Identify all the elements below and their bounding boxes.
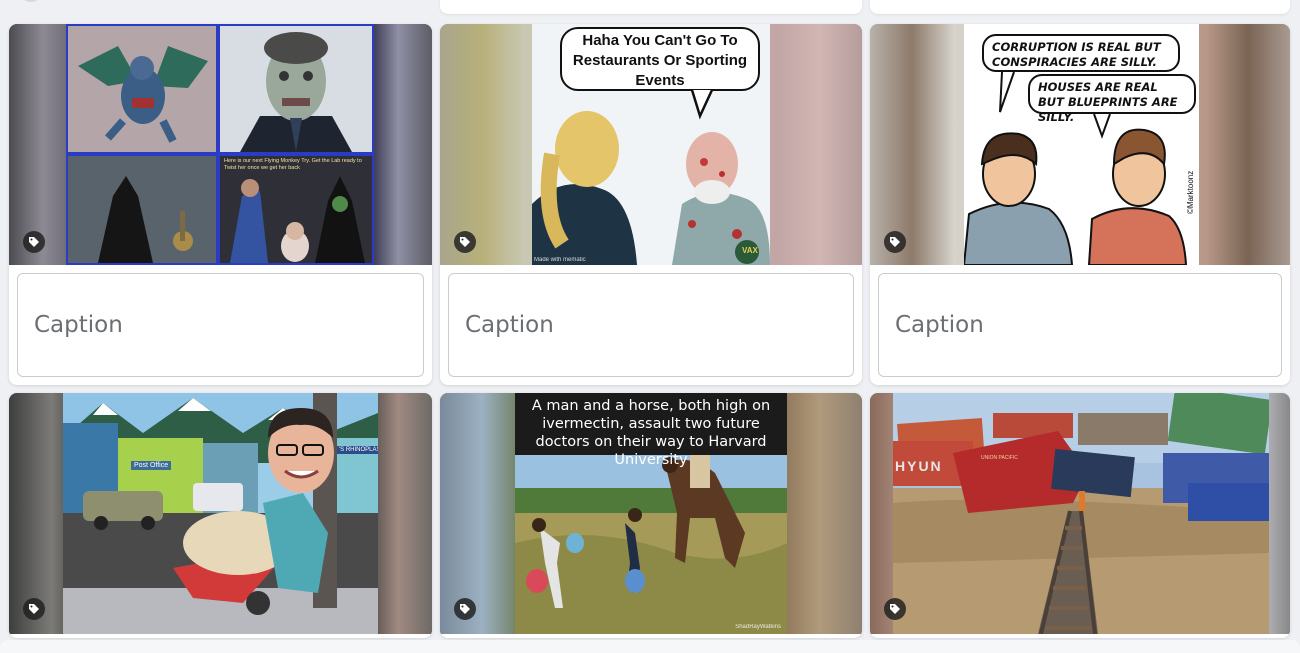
- panel-dorothy: Here is our next Flying Monkey Try. Get …: [220, 156, 372, 263]
- next-row-fragment: [0, 640, 1300, 653]
- caption-input[interactable]: [17, 273, 424, 377]
- vax-badge: VAX: [742, 246, 758, 255]
- panel-zombie-man: [220, 26, 372, 152]
- previous-row-fragment: [0, 0, 1300, 16]
- tag-icon[interactable]: [884, 231, 906, 253]
- meme-overlay-text: A man and a horse, both high on ivermect…: [515, 393, 787, 468]
- panel-witch: [68, 156, 216, 263]
- watermark: Made with mematic: [534, 257, 586, 263]
- card-fragment: [440, 0, 862, 14]
- meme-image[interactable]: A man and a horse, both high on ivermect…: [440, 393, 862, 634]
- tag-icon[interactable]: [454, 598, 476, 620]
- avatar: [18, 0, 44, 2]
- meme-image[interactable]: Post Office 'S RHINOPLASTY: [9, 393, 432, 634]
- container-text: HYUN: [895, 458, 943, 474]
- card-fragment: [870, 0, 1290, 14]
- tag-icon[interactable]: [23, 598, 45, 620]
- meme-image[interactable]: Here is our next Flying Monkey Try. Get …: [9, 24, 432, 265]
- meme-image[interactable]: Haha You Can't Go To Restaurants Or Spor…: [440, 24, 862, 265]
- rhinoplasty-sign: 'S RHINOPLASTY: [337, 446, 378, 454]
- engine-text: UNION PACIFIC: [981, 455, 1018, 461]
- signature: ©Marktoonz: [1186, 170, 1195, 214]
- meme-card[interactable]: Corruption is real but conspiracies are …: [870, 24, 1290, 385]
- meme-card[interactable]: Here is our next Flying Monkey Try. Get …: [9, 24, 432, 385]
- panel-winged-monkey: [68, 26, 216, 152]
- watermark: ShadRayWatkins: [735, 624, 781, 630]
- meme-card[interactable]: A man and a horse, both high on ivermect…: [440, 393, 862, 638]
- meme-image[interactable]: HYUN UNION PACIFIC: [870, 393, 1290, 634]
- meme-card[interactable]: HYUN UNION PACIFIC: [870, 393, 1290, 638]
- tag-icon[interactable]: [884, 598, 906, 620]
- meme-image[interactable]: Corruption is real but conspiracies are …: [870, 24, 1290, 265]
- caption-input[interactable]: [448, 273, 854, 377]
- meme-card[interactable]: Haha You Can't Go To Restaurants Or Spor…: [440, 24, 862, 385]
- tag-icon[interactable]: [454, 231, 476, 253]
- caption-input[interactable]: [878, 273, 1282, 377]
- post-office-sign: Post Office: [131, 461, 172, 470]
- meme-card[interactable]: Post Office 'S RHINOPLASTY: [9, 393, 432, 638]
- tag-icon[interactable]: [23, 231, 45, 253]
